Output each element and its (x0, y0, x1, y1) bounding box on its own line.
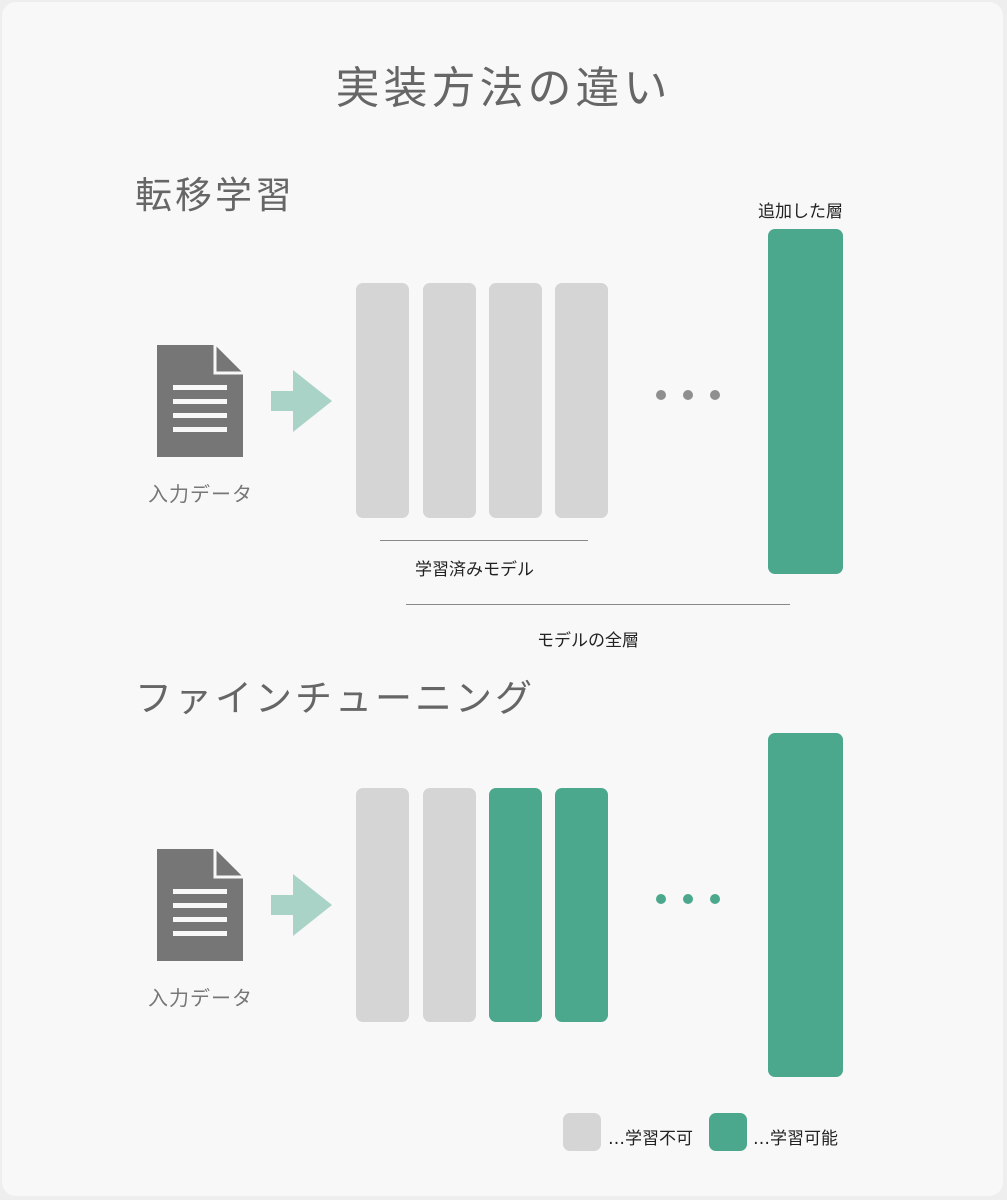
diagram-title: 実装方法の違い (335, 63, 672, 114)
frozen-layer-2 (423, 788, 476, 1022)
pretrained-layer-3 (489, 283, 542, 518)
all-layers-bracket-line (406, 604, 790, 605)
input-data-label: 入力データ (148, 986, 253, 1010)
pretrained-model-label: 学習済みモデル (415, 560, 534, 580)
trainable-added-layer (768, 733, 843, 1077)
arrow-right-icon (271, 370, 332, 432)
arrow-right-icon (271, 874, 332, 936)
pretrained-layer-4 (555, 283, 608, 518)
legend-label-trainable: …学習可能 (753, 1129, 838, 1149)
document-icon (157, 345, 243, 457)
trainable-layer-3 (489, 788, 542, 1022)
frozen-layer-1 (356, 788, 409, 1022)
fine-tuning-heading: ファインチューニング (135, 677, 535, 720)
legend-label-not-trainable: …学習不可 (608, 1129, 693, 1149)
trainable-layer-4 (555, 788, 608, 1022)
pretrained-layer-1 (356, 283, 409, 518)
document-icon (157, 849, 243, 961)
all-layers-label: モデルの全層 (537, 631, 639, 651)
legend-swatch-trainable (709, 1113, 747, 1151)
transfer-learning-heading: 転移学習 (135, 174, 295, 217)
added-layer-label: 追加した層 (758, 202, 843, 222)
legend-swatch-not-trainable (563, 1113, 601, 1151)
input-data-label: 入力データ (148, 482, 253, 506)
added-layer (768, 229, 843, 574)
pretrained-layer-2 (423, 283, 476, 518)
pretrained-bracket-line (380, 540, 588, 541)
